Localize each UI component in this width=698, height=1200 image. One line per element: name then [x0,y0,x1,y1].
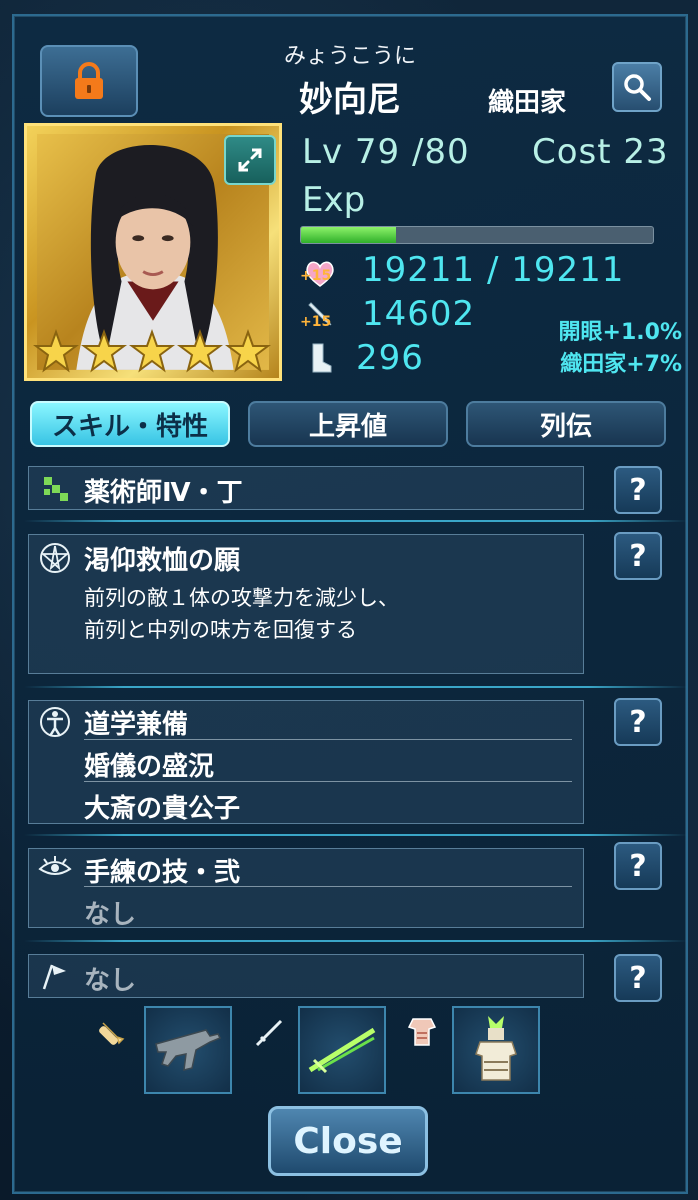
cost-text: Cost 23 [532,132,669,172]
eye-icon [38,850,72,884]
trait-2: 婚儀の盛況 [84,752,215,782]
help-button-active-skill[interactable]: ? [614,532,662,580]
glowing-sword-icon [308,1027,376,1074]
trait-divider [84,739,572,740]
equip-slot-sword[interactable] [298,1006,386,1094]
rarity-stars [33,329,271,373]
level-text: Lv 79 /80 [302,132,470,172]
armor-small-icon [402,1012,442,1052]
active-skill-desc-1: 前列の敵１体の攻撃力を減少し、 [84,586,399,610]
awaken-sub: なし [84,900,137,930]
section-divider [24,834,688,836]
help-button-awaken[interactable]: ? [614,842,662,890]
clan-name: 織田家 [488,88,567,118]
star-icon [225,329,271,373]
samurai-armor-icon [475,1016,517,1081]
tab-biography[interactable]: 列伝 [466,401,666,447]
attack-value: 14602 [362,294,476,334]
speed-boot-icon [300,340,340,376]
star-icon [81,329,127,373]
character-reading: みょうこうに [283,44,416,69]
star-icon [177,329,223,373]
character-name: 妙向尼 [299,80,401,120]
star-icon [129,329,175,373]
job-leaf-icon [38,471,72,505]
speed-value: 296 [356,338,424,378]
trait-divider [84,781,572,782]
help-button-job[interactable]: ? [614,466,662,514]
help-button-traits[interactable]: ? [614,698,662,746]
search-button[interactable] [612,62,662,112]
expand-button[interactable] [224,135,276,185]
job-title: 薬術師Ⅳ・丁 [84,478,243,508]
awaken-divider [84,886,572,887]
lock-button[interactable] [40,45,138,117]
tab-skills[interactable]: スキル・特性 [30,401,230,447]
awaken-bonus: 開眼+1.0% [558,320,682,345]
attack-bonus-label: +15 [300,314,332,330]
active-skill-title: 渇仰救恤の願 [84,546,241,576]
section-divider [24,686,688,688]
tab-growth[interactable]: 上昇値 [248,401,448,447]
section-divider [24,940,688,942]
search-icon [624,74,651,101]
active-skill-desc-2: 前列と中列の味方を回復する [84,618,357,642]
person-trait-icon [38,706,72,740]
exp-label: Exp [302,180,366,220]
exp-progress-fill [301,227,397,243]
hp-bonus-label: +15 [300,268,332,284]
close-button[interactable]: Close [268,1106,428,1176]
exp-progress-bar [300,226,654,244]
awaken-title: 手練の技・弐 [84,858,241,888]
rifle-icon [155,1029,222,1071]
trait-3: 大斎の貴公子 [84,794,241,824]
section-divider [24,520,688,522]
lock-icon [75,62,103,99]
equip-slot-gun[interactable] [144,1006,232,1094]
hp-value: 19211 / 19211 [362,250,625,290]
katana-icon [250,1012,290,1052]
trait-1: 道学兼備 [84,710,189,740]
flag-title: なし [84,966,137,996]
expand-icon [238,148,262,172]
pentagram-skill-icon [38,541,72,575]
equip-slot-armor[interactable] [452,1006,540,1094]
flag-icon [38,959,72,993]
star-icon [33,329,79,373]
ammo-icon [92,1012,132,1052]
help-button-flag[interactable]: ? [614,954,662,1002]
clan-bonus: 織田家+7% [560,352,682,377]
